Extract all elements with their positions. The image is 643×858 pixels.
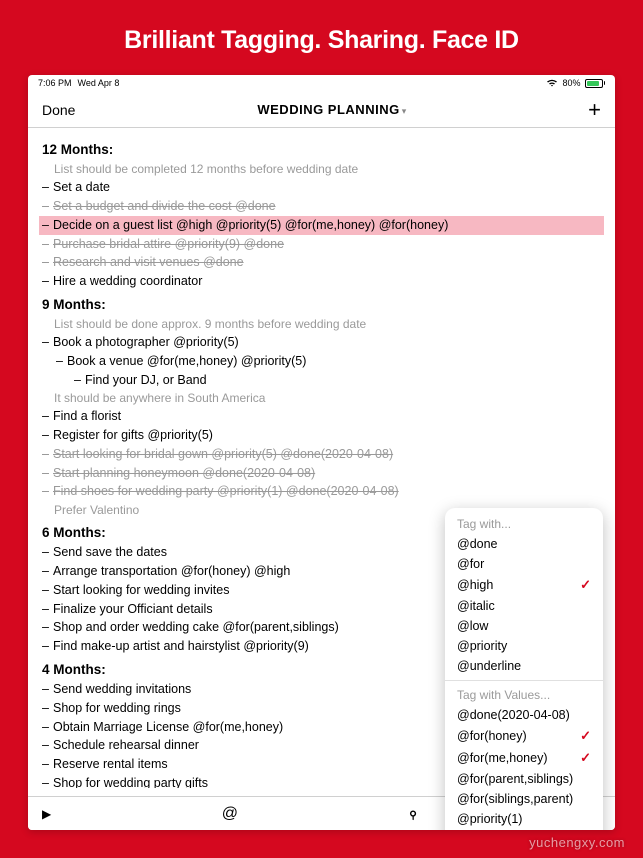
- search-icon[interactable]: ⌕: [403, 804, 422, 823]
- separator: [445, 680, 603, 681]
- check-icon: ✓: [580, 750, 591, 766]
- battery-icon: [585, 79, 606, 88]
- status-time: 7:06 PM: [38, 78, 72, 88]
- chevron-down-icon: ▾: [402, 106, 407, 116]
- list-item[interactable]: –Find your DJ, or Band: [42, 371, 601, 390]
- list-item[interactable]: –Book a venue @for(me,honey) @priority(5…: [42, 352, 601, 371]
- document-title[interactable]: WEDDING PLANNING▾: [257, 101, 406, 119]
- tag-option[interactable]: @for: [445, 554, 603, 574]
- check-icon: ✓: [580, 728, 591, 744]
- tag-option[interactable]: @priority: [445, 636, 603, 656]
- watermark: yuchengxy.com: [529, 835, 625, 850]
- tag-option[interactable]: @high✓: [445, 574, 603, 596]
- tag-option[interactable]: @for(parent,siblings): [445, 769, 603, 789]
- list-item[interactable]: –Research and visit venues @done: [42, 253, 601, 272]
- list-item[interactable]: –Set a budget and divide the cost @done: [42, 197, 601, 216]
- done-button[interactable]: Done: [42, 102, 75, 118]
- list-item[interactable]: –Book a photographer @priority(5): [42, 333, 601, 352]
- list-item[interactable]: –Decide on a guest list @high @priority(…: [39, 216, 604, 235]
- status-date: Wed Apr 8: [78, 78, 120, 88]
- list-item[interactable]: –Find a florist: [42, 407, 601, 426]
- status-bar: 7:06 PM Wed Apr 8 80%: [28, 75, 615, 91]
- section-header[interactable]: 9 Months:: [42, 295, 601, 315]
- tag-option[interactable]: @low: [445, 616, 603, 636]
- list-item[interactable]: –Register for gifts @priority(5): [42, 426, 601, 445]
- list-item[interactable]: –Purchase bridal attire @priority(9) @do…: [42, 235, 601, 254]
- section-header[interactable]: 12 Months:: [42, 140, 601, 160]
- tag-option[interactable]: @priority(5)✓: [445, 829, 603, 830]
- tag-popup: Tag with...@done@for@high✓@italic@low@pr…: [445, 508, 603, 830]
- list-item[interactable]: –Set a date: [42, 178, 601, 197]
- add-button[interactable]: +: [588, 103, 601, 117]
- section-note[interactable]: List should be done approx. 9 months bef…: [42, 315, 601, 333]
- list-item[interactable]: –Hire a wedding coordinator: [42, 272, 601, 291]
- nav-bar: Done WEDDING PLANNING▾ +: [28, 91, 615, 128]
- tag-option[interactable]: @priority(1): [445, 809, 603, 829]
- hero-headline: Brilliant Tagging. Sharing. Face ID: [0, 0, 643, 75]
- list-item[interactable]: –Start looking for bridal gown @priority…: [42, 445, 601, 464]
- tag-option[interactable]: @for(honey)✓: [445, 725, 603, 747]
- list-item[interactable]: –Start planning honeymoon @done(2020-04-…: [42, 464, 601, 483]
- wifi-icon: [546, 78, 558, 88]
- tag-option[interactable]: @underline: [445, 656, 603, 676]
- tag-option[interactable]: @done(2020-04-08): [445, 705, 603, 725]
- tag-option[interactable]: @for(siblings,parent): [445, 789, 603, 809]
- check-icon: ✓: [580, 577, 591, 593]
- tag-option[interactable]: @italic: [445, 596, 603, 616]
- tag-option[interactable]: @for(me,honey)✓: [445, 747, 603, 769]
- play-icon[interactable]: ▶: [42, 807, 51, 821]
- at-icon[interactable]: @: [222, 805, 238, 823]
- section-note[interactable]: List should be completed 12 months befor…: [42, 160, 601, 178]
- battery-percent: 80%: [562, 78, 580, 88]
- list-item[interactable]: –Find shoes for wedding party @priority(…: [42, 482, 601, 501]
- device-frame: 7:06 PM Wed Apr 8 80% Done WEDDING PLANN…: [28, 75, 615, 830]
- popup-section-header: Tag with...: [445, 514, 603, 534]
- item-note[interactable]: It should be anywhere in South America: [42, 389, 601, 407]
- tag-option[interactable]: @done: [445, 534, 603, 554]
- popup-section-header: Tag with Values...: [445, 685, 603, 705]
